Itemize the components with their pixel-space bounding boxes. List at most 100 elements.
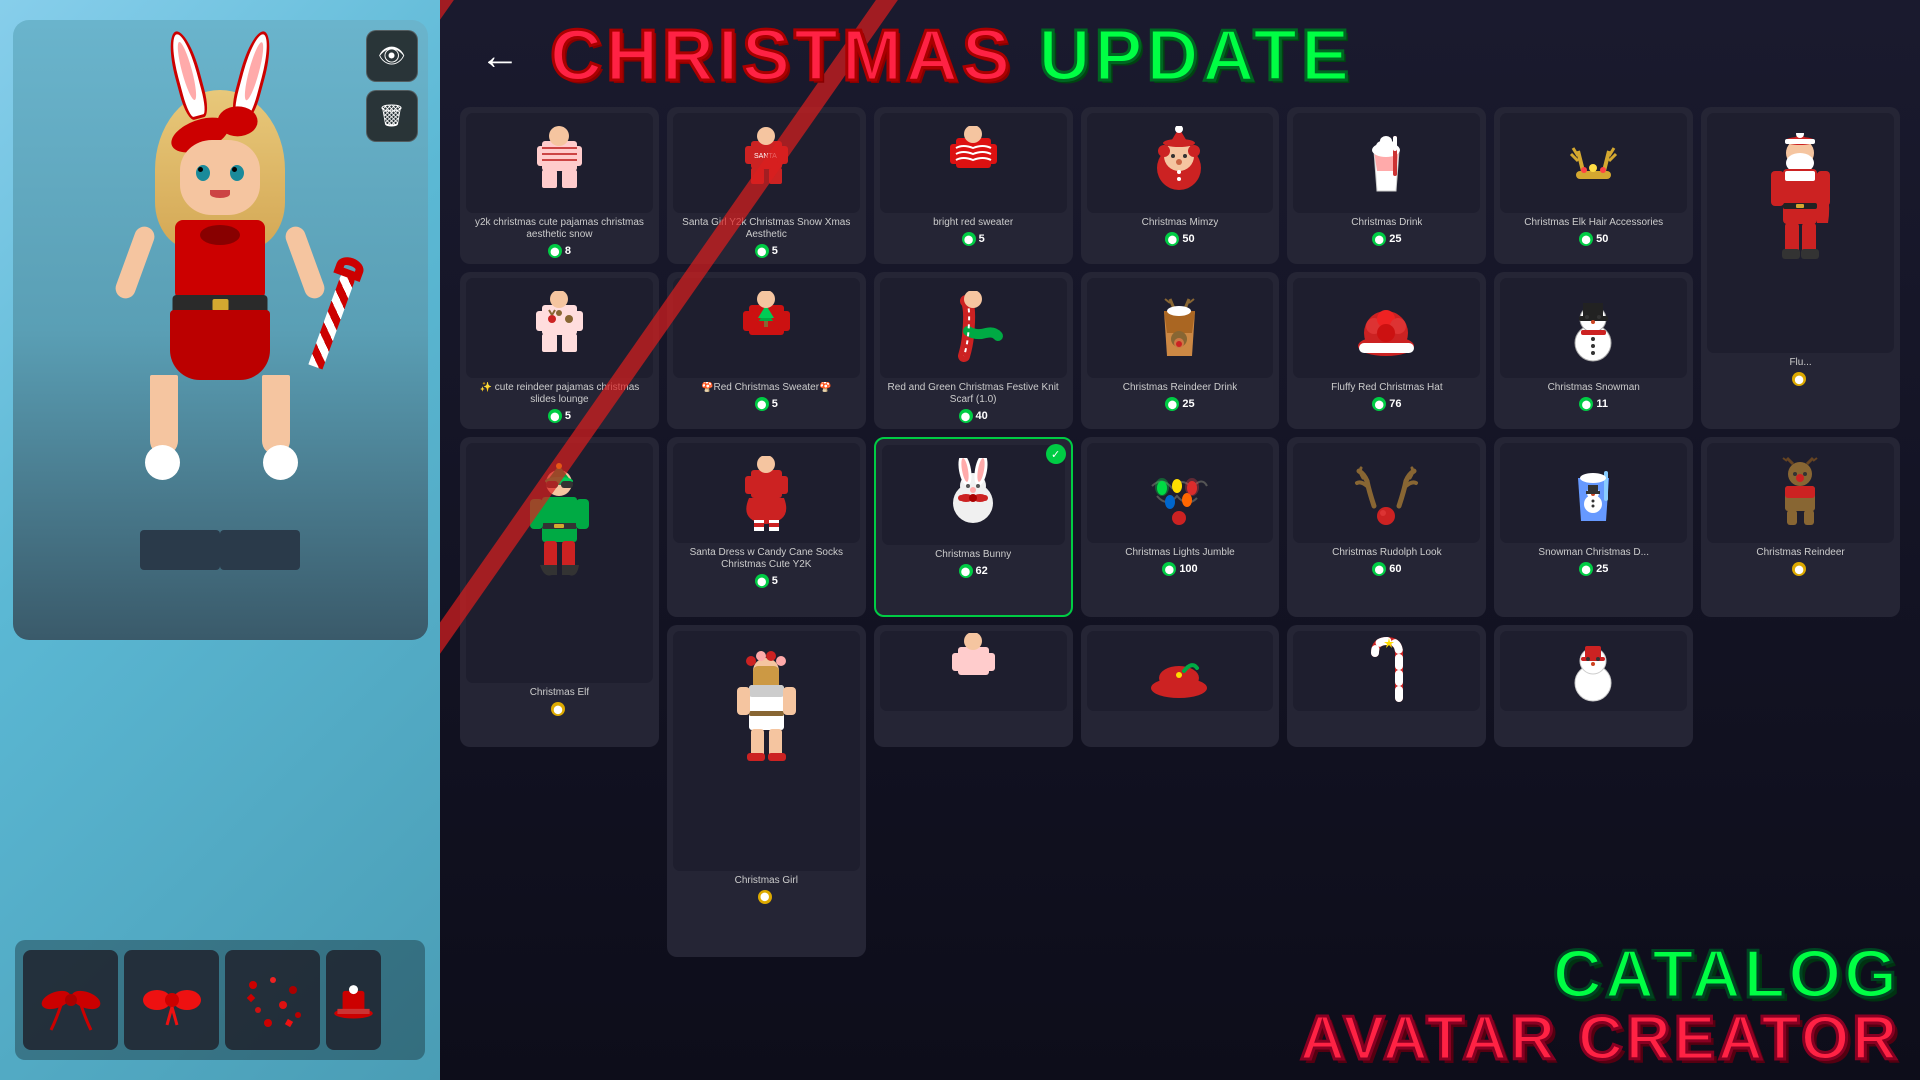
catalog-item-6[interactable]: Christmas Elk Hair Accessories ⬤ 50: [1494, 107, 1693, 264]
thumb-item-4[interactable]: [326, 950, 381, 1050]
catalog-item-21[interactable]: Christmas Girl ⬤: [667, 625, 866, 958]
item-svg-25: [1556, 633, 1631, 708]
item-svg-19: [1556, 456, 1631, 531]
catalog-item-7[interactable]: Flu... ⬤: [1701, 107, 1900, 429]
item-price-14: ⬤: [551, 702, 568, 716]
item-name-4: Christmas Mimzy: [1142, 217, 1219, 229]
bottom-text-block: CATALOG AVATAR CREATOR: [1300, 940, 1900, 1070]
item-name-11: Christmas Reindeer Drink: [1123, 382, 1237, 394]
catalog-bg: ← CHRISTMAS UPDATE: [440, 0, 1920, 1080]
thumb-item-1[interactable]: [23, 950, 118, 1050]
item-name-6: Christmas Elk Hair Accessories: [1524, 217, 1663, 229]
item-img-20: [1707, 443, 1894, 543]
item-price-8: ⬤ 5: [548, 409, 571, 423]
title-block: CHRISTMAS UPDATE: [550, 20, 1353, 92]
item-svg-21: [729, 651, 804, 851]
eye-left: [196, 165, 210, 181]
catalog-item-8[interactable]: ✨ cute reindeer pajamas christmas slides…: [460, 272, 659, 429]
item-svg-8: [522, 291, 597, 366]
catalog-item-17[interactable]: Christmas Lights Jumble ⬤ 100: [1081, 437, 1280, 617]
catalog-item-2[interactable]: SANTA Santa Girl Y2k Christmas Snow Xmas…: [667, 107, 866, 264]
thumb-item-3[interactable]: [225, 950, 320, 1050]
catalog-item-24[interactable]: [1287, 625, 1486, 748]
item-name-8: ✨ cute reindeer pajamas christmas slides…: [466, 382, 653, 406]
bow-center: [200, 225, 240, 245]
item-name-5: Christmas Drink: [1351, 217, 1422, 229]
item-price-15: ⬤ 5: [755, 574, 778, 588]
item-img-7: [1707, 113, 1894, 353]
avatar-face: [180, 140, 260, 215]
price-icon-7: ⬤: [1792, 372, 1806, 386]
thumb-icon-1: [36, 965, 106, 1035]
catalog-item-1[interactable]: y2k christmas cute pajamas christmas aes…: [460, 107, 659, 264]
price-icon-4: ⬤: [1165, 232, 1179, 246]
catalog-item-10[interactable]: Red and Green Christmas Festive Knit Sca…: [874, 272, 1073, 429]
catalog-item-23[interactable]: [1081, 625, 1280, 748]
price-icon-8: ⬤: [548, 409, 562, 423]
thumbnail-strip: [15, 940, 425, 1060]
item-name-13: Christmas Snowman: [1548, 382, 1640, 394]
item-svg-5: [1349, 126, 1424, 201]
item-name-18: Christmas Rudolph Look: [1332, 547, 1442, 559]
ear-inner: [241, 41, 266, 102]
left-panel: 👁 🗑: [0, 0, 440, 1080]
right-panel: ← CHRISTMAS UPDATE: [440, 0, 1920, 1080]
catalog-item-14[interactable]: Christmas Elf ⬤: [460, 437, 659, 747]
catalog-item-12[interactable]: Fluffy Red Christmas Hat ⬤ 76: [1287, 272, 1486, 429]
item-price-17: ⬤ 100: [1162, 562, 1197, 576]
item-price-1: ⬤ 8: [548, 244, 571, 258]
catalog-item-25[interactable]: [1494, 625, 1693, 748]
item-img-9: [673, 278, 860, 378]
item-img-17: [1087, 443, 1274, 543]
item-name-15: Santa Dress w Candy Cane Socks Christmas…: [673, 547, 860, 571]
waist-buckle: [212, 299, 228, 311]
catalog-item-4[interactable]: Christmas Mimzy ⬤ 50: [1081, 107, 1280, 264]
title-update: UPDATE: [1038, 16, 1353, 96]
delete-button[interactable]: 🗑: [366, 90, 418, 142]
avatar-eyes: [196, 165, 244, 181]
item-img-22: [880, 631, 1067, 711]
item-img-2: SANTA: [673, 113, 860, 213]
thumb-icon-2: [137, 965, 207, 1035]
item-svg-15: [729, 456, 804, 531]
visibility-button[interactable]: 👁: [366, 30, 418, 82]
catalog-label: CATALOG: [1300, 940, 1900, 1008]
item-svg-12: [1349, 291, 1424, 366]
ground-box: [140, 530, 220, 570]
catalog-header: ← CHRISTMAS UPDATE: [440, 0, 1920, 102]
catalog-item-15[interactable]: Santa Dress w Candy Cane Socks Christmas…: [667, 437, 866, 617]
catalog-item-19[interactable]: Snowman Christmas D... ⬤ 25: [1494, 437, 1693, 617]
item-name-14: Christmas Elf: [530, 687, 589, 699]
item-name-16: Christmas Bunny: [935, 549, 1011, 561]
catalog-item-11[interactable]: Christmas Reindeer Drink ⬤ 25: [1081, 272, 1280, 429]
catalog-item-18[interactable]: Christmas Rudolph Look ⬤ 60: [1287, 437, 1486, 617]
item-price-5: ⬤ 25: [1372, 232, 1401, 246]
item-price-9: ⬤ 5: [755, 397, 778, 411]
item-img-19: [1500, 443, 1687, 543]
thumb-icon-3: [238, 965, 308, 1035]
item-svg-11: [1142, 291, 1217, 366]
catalog-item-20[interactable]: Christmas Reindeer ⬤: [1701, 437, 1900, 617]
avatar-controls: 👁 🗑: [366, 30, 418, 142]
back-button[interactable]: ←: [470, 31, 530, 81]
item-svg-20: [1763, 456, 1838, 531]
price-icon-15: ⬤: [755, 574, 769, 588]
title-christmas: CHRISTMAS: [550, 16, 1014, 96]
catalog-item-3[interactable]: bright red sweater ⬤ 5: [874, 107, 1073, 264]
item-svg-13: [1556, 291, 1631, 366]
ear-inner: [174, 41, 199, 102]
item-svg-6: [1556, 126, 1631, 201]
item-price-10: ⬤ 40: [959, 409, 988, 423]
thumb-item-2[interactable]: [124, 950, 219, 1050]
candy-cane-hook: [333, 254, 366, 282]
price-icon-18: ⬤: [1372, 562, 1386, 576]
catalog-item-22[interactable]: [874, 625, 1073, 748]
item-name-12: Fluffy Red Christmas Hat: [1331, 382, 1443, 394]
item-svg-4: [1142, 126, 1217, 201]
catalog-item-5[interactable]: Christmas Drink ⬤ 25: [1287, 107, 1486, 264]
catalog-item-16[interactable]: ✓: [874, 437, 1073, 617]
catalog-item-13[interactable]: Christmas Snowman ⬤ 11: [1494, 272, 1693, 429]
price-icon-14: ⬤: [551, 702, 565, 716]
catalog-item-9[interactable]: 🍄Red Christmas Sweater🍄 ⬤ 5: [667, 272, 866, 429]
item-img-23: [1087, 631, 1274, 711]
